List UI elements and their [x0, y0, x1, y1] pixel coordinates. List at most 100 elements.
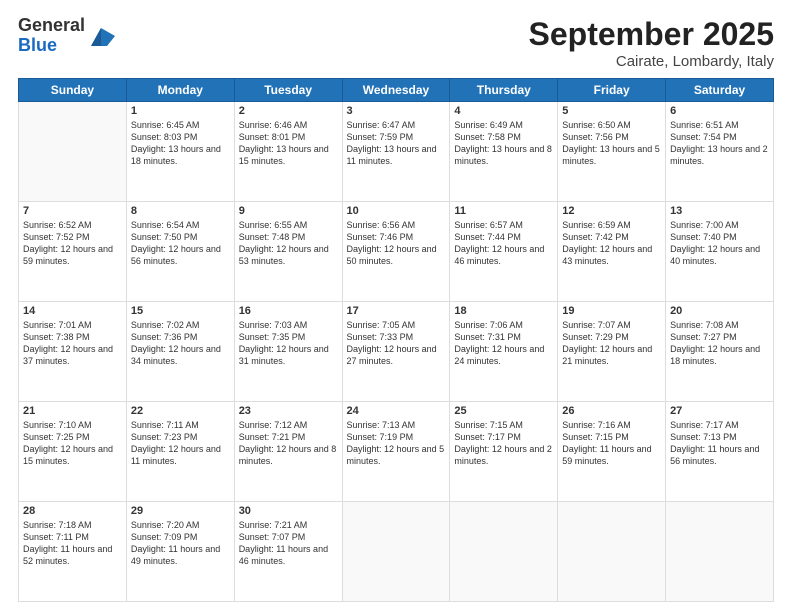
- day-info: Sunrise: 7:06 AMSunset: 7:31 PMDaylight:…: [454, 319, 553, 368]
- col-friday: Friday: [558, 79, 666, 102]
- day-number: 5: [562, 105, 661, 117]
- day-info: Sunrise: 6:51 AMSunset: 7:54 PMDaylight:…: [670, 119, 769, 168]
- day-info: Sunrise: 7:07 AMSunset: 7:29 PMDaylight:…: [562, 319, 661, 368]
- calendar-cell: 15 Sunrise: 7:02 AMSunset: 7:36 PMDaylig…: [126, 302, 234, 402]
- day-number: 28: [23, 505, 122, 517]
- month-title: September 2025: [529, 16, 774, 53]
- day-info: Sunrise: 7:16 AMSunset: 7:15 PMDaylight:…: [562, 419, 661, 468]
- calendar-cell: [342, 502, 450, 602]
- day-info: Sunrise: 6:55 AMSunset: 7:48 PMDaylight:…: [239, 219, 338, 268]
- day-number: 1: [131, 105, 230, 117]
- calendar-cell: 12 Sunrise: 6:59 AMSunset: 7:42 PMDaylig…: [558, 202, 666, 302]
- page: General Blue September 2025 Cairate, Lom…: [0, 0, 792, 612]
- calendar-cell: 23 Sunrise: 7:12 AMSunset: 7:21 PMDaylig…: [234, 402, 342, 502]
- day-number: 12: [562, 205, 661, 217]
- day-number: 24: [347, 405, 446, 417]
- calendar-week-3: 14 Sunrise: 7:01 AMSunset: 7:38 PMDaylig…: [19, 302, 774, 402]
- day-info: Sunrise: 6:49 AMSunset: 7:58 PMDaylight:…: [454, 119, 553, 168]
- day-number: 2: [239, 105, 338, 117]
- day-number: 20: [670, 305, 769, 317]
- calendar-cell: 19 Sunrise: 7:07 AMSunset: 7:29 PMDaylig…: [558, 302, 666, 402]
- day-info: Sunrise: 6:59 AMSunset: 7:42 PMDaylight:…: [562, 219, 661, 268]
- day-number: 19: [562, 305, 661, 317]
- calendar-cell: 16 Sunrise: 7:03 AMSunset: 7:35 PMDaylig…: [234, 302, 342, 402]
- day-info: Sunrise: 7:21 AMSunset: 7:07 PMDaylight:…: [239, 519, 338, 568]
- day-info: Sunrise: 6:45 AMSunset: 8:03 PMDaylight:…: [131, 119, 230, 168]
- title-block: September 2025 Cairate, Lombardy, Italy: [529, 16, 774, 70]
- day-info: Sunrise: 7:17 AMSunset: 7:13 PMDaylight:…: [670, 419, 769, 468]
- calendar-cell: [19, 102, 127, 202]
- day-number: 21: [23, 405, 122, 417]
- calendar-cell: 1 Sunrise: 6:45 AMSunset: 8:03 PMDayligh…: [126, 102, 234, 202]
- day-info: Sunrise: 7:01 AMSunset: 7:38 PMDaylight:…: [23, 319, 122, 368]
- day-info: Sunrise: 7:12 AMSunset: 7:21 PMDaylight:…: [239, 419, 338, 468]
- day-number: 17: [347, 305, 446, 317]
- day-number: 30: [239, 505, 338, 517]
- calendar-cell: [450, 502, 558, 602]
- day-number: 22: [131, 405, 230, 417]
- day-info: Sunrise: 7:15 AMSunset: 7:17 PMDaylight:…: [454, 419, 553, 468]
- calendar-cell: 5 Sunrise: 6:50 AMSunset: 7:56 PMDayligh…: [558, 102, 666, 202]
- day-number: 23: [239, 405, 338, 417]
- calendar-cell: 6 Sunrise: 6:51 AMSunset: 7:54 PMDayligh…: [666, 102, 774, 202]
- location: Cairate, Lombardy, Italy: [529, 53, 774, 70]
- day-number: 7: [23, 205, 122, 217]
- calendar-cell: [666, 502, 774, 602]
- calendar-cell: 7 Sunrise: 6:52 AMSunset: 7:52 PMDayligh…: [19, 202, 127, 302]
- col-tuesday: Tuesday: [234, 79, 342, 102]
- day-info: Sunrise: 6:50 AMSunset: 7:56 PMDaylight:…: [562, 119, 661, 168]
- col-wednesday: Wednesday: [342, 79, 450, 102]
- calendar-cell: 22 Sunrise: 7:11 AMSunset: 7:23 PMDaylig…: [126, 402, 234, 502]
- day-number: 27: [670, 405, 769, 417]
- day-info: Sunrise: 7:00 AMSunset: 7:40 PMDaylight:…: [670, 219, 769, 268]
- day-number: 3: [347, 105, 446, 117]
- day-number: 26: [562, 405, 661, 417]
- calendar-cell: 11 Sunrise: 6:57 AMSunset: 7:44 PMDaylig…: [450, 202, 558, 302]
- calendar-cell: 30 Sunrise: 7:21 AMSunset: 7:07 PMDaylig…: [234, 502, 342, 602]
- day-info: Sunrise: 7:10 AMSunset: 7:25 PMDaylight:…: [23, 419, 122, 468]
- calendar-cell: [558, 502, 666, 602]
- day-info: Sunrise: 6:57 AMSunset: 7:44 PMDaylight:…: [454, 219, 553, 268]
- col-saturday: Saturday: [666, 79, 774, 102]
- calendar-cell: 8 Sunrise: 6:54 AMSunset: 7:50 PMDayligh…: [126, 202, 234, 302]
- day-number: 15: [131, 305, 230, 317]
- calendar-week-2: 7 Sunrise: 6:52 AMSunset: 7:52 PMDayligh…: [19, 202, 774, 302]
- calendar-cell: 9 Sunrise: 6:55 AMSunset: 7:48 PMDayligh…: [234, 202, 342, 302]
- col-monday: Monday: [126, 79, 234, 102]
- day-number: 4: [454, 105, 553, 117]
- day-info: Sunrise: 7:02 AMSunset: 7:36 PMDaylight:…: [131, 319, 230, 368]
- day-number: 9: [239, 205, 338, 217]
- calendar-cell: 25 Sunrise: 7:15 AMSunset: 7:17 PMDaylig…: [450, 402, 558, 502]
- day-info: Sunrise: 7:13 AMSunset: 7:19 PMDaylight:…: [347, 419, 446, 468]
- logo: General Blue: [18, 16, 115, 56]
- calendar-cell: 26 Sunrise: 7:16 AMSunset: 7:15 PMDaylig…: [558, 402, 666, 502]
- logo-text: General Blue: [18, 16, 85, 56]
- day-number: 29: [131, 505, 230, 517]
- calendar-week-1: 1 Sunrise: 6:45 AMSunset: 8:03 PMDayligh…: [19, 102, 774, 202]
- calendar-cell: 13 Sunrise: 7:00 AMSunset: 7:40 PMDaylig…: [666, 202, 774, 302]
- calendar-week-4: 21 Sunrise: 7:10 AMSunset: 7:25 PMDaylig…: [19, 402, 774, 502]
- calendar-cell: 21 Sunrise: 7:10 AMSunset: 7:25 PMDaylig…: [19, 402, 127, 502]
- day-info: Sunrise: 7:20 AMSunset: 7:09 PMDaylight:…: [131, 519, 230, 568]
- day-info: Sunrise: 7:11 AMSunset: 7:23 PMDaylight:…: [131, 419, 230, 468]
- calendar: Sunday Monday Tuesday Wednesday Thursday…: [18, 78, 774, 602]
- calendar-cell: 10 Sunrise: 6:56 AMSunset: 7:46 PMDaylig…: [342, 202, 450, 302]
- calendar-cell: 17 Sunrise: 7:05 AMSunset: 7:33 PMDaylig…: [342, 302, 450, 402]
- calendar-cell: 3 Sunrise: 6:47 AMSunset: 7:59 PMDayligh…: [342, 102, 450, 202]
- calendar-cell: 18 Sunrise: 7:06 AMSunset: 7:31 PMDaylig…: [450, 302, 558, 402]
- day-number: 25: [454, 405, 553, 417]
- logo-general: General: [18, 16, 85, 36]
- day-number: 6: [670, 105, 769, 117]
- logo-blue: Blue: [18, 36, 85, 56]
- calendar-cell: 24 Sunrise: 7:13 AMSunset: 7:19 PMDaylig…: [342, 402, 450, 502]
- calendar-cell: 4 Sunrise: 6:49 AMSunset: 7:58 PMDayligh…: [450, 102, 558, 202]
- day-number: 13: [670, 205, 769, 217]
- calendar-cell: 2 Sunrise: 6:46 AMSunset: 8:01 PMDayligh…: [234, 102, 342, 202]
- logo-icon: [87, 22, 115, 50]
- calendar-cell: 28 Sunrise: 7:18 AMSunset: 7:11 PMDaylig…: [19, 502, 127, 602]
- col-thursday: Thursday: [450, 79, 558, 102]
- calendar-header-row: Sunday Monday Tuesday Wednesday Thursday…: [19, 79, 774, 102]
- day-number: 8: [131, 205, 230, 217]
- day-info: Sunrise: 7:05 AMSunset: 7:33 PMDaylight:…: [347, 319, 446, 368]
- day-info: Sunrise: 6:46 AMSunset: 8:01 PMDaylight:…: [239, 119, 338, 168]
